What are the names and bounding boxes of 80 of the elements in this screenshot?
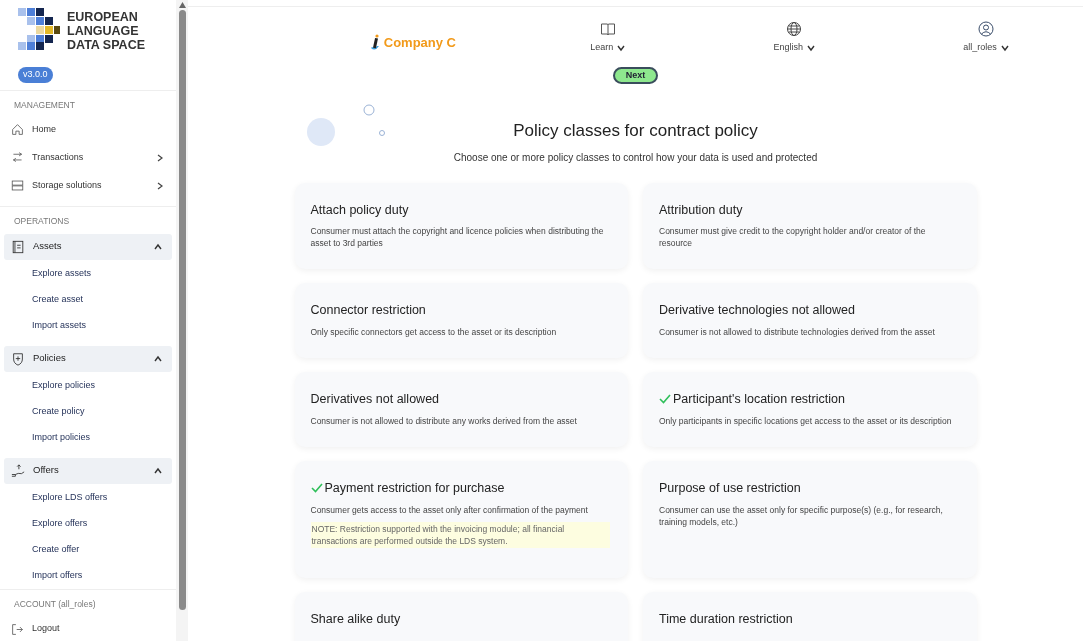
scroll-up-icon[interactable] bbox=[178, 2, 186, 8]
header-menu[interactable]: all_roles bbox=[963, 21, 1009, 55]
nav-item[interactable]: Home bbox=[0, 117, 176, 142]
storage-icon bbox=[11, 179, 24, 193]
policy-description: Consumer can use the asset only for specific purpose(s) (e.g., for research, training models, etc.) bbox=[659, 503, 944, 528]
chevron-right-icon bbox=[156, 181, 164, 190]
chevron-down-icon bbox=[807, 43, 815, 52]
logout-icon bbox=[11, 622, 24, 636]
logo-text: LANGUAGE bbox=[67, 24, 140, 38]
version-badge: v3.0.0 bbox=[18, 67, 53, 83]
policy-title: Time duration restriction bbox=[659, 610, 793, 628]
nav-subitem[interactable]: Explore policies bbox=[0, 371, 176, 398]
logo-icon bbox=[18, 8, 60, 50]
policy-card[interactable]: Derivatives not allowed Consumer is not allowed to distribute any works derived from the asset bbox=[294, 372, 628, 447]
policy-note: NOTE: Restriction supported with the invoicing module; all financial transactions are performed outside the LDS system. bbox=[310, 521, 610, 548]
policy-description: Only specific connectors get access to the asset or its description bbox=[310, 326, 558, 338]
chevron-right-icon bbox=[156, 153, 164, 162]
company-name: Company C bbox=[383, 34, 456, 52]
page-subtitle: Choose one or more policy classes to control how your data is used and protected bbox=[452, 150, 819, 165]
policy-description: Only participants in specific locations get access to the asset or its description bbox=[659, 414, 953, 427]
nav-subitem[interactable]: Import assets bbox=[0, 311, 176, 338]
chevron-down-icon bbox=[617, 43, 626, 52]
policy-title: Share alike duty bbox=[310, 610, 401, 628]
policy-card[interactable]: Derivative technologies not allowed Consumer is not allowed to distribute technologies derived from the asset bbox=[643, 283, 977, 358]
nav-item[interactable]: Logout bbox=[0, 617, 176, 641]
nav-subitem[interactable]: Explore offers bbox=[0, 509, 176, 536]
policy-title: Payment restriction for purchase bbox=[324, 479, 505, 497]
section-heading: ACCOUNT (all_roles) bbox=[13, 598, 97, 611]
shield-icon bbox=[11, 351, 25, 366]
home-icon bbox=[11, 123, 24, 137]
section-heading: OPERATIONS bbox=[13, 214, 71, 228]
logo-text: EUROPEAN bbox=[67, 10, 139, 24]
nav-subitem[interactable]: Import offers bbox=[0, 561, 176, 588]
policy-title: Purpose of use restriction bbox=[659, 479, 801, 497]
policy-description: Consumer must attach the copyright and licence policies when distributing the asset to 3rd parties bbox=[310, 225, 605, 250]
header-menu[interactable]: English bbox=[773, 21, 815, 55]
chevron-up-icon bbox=[154, 354, 162, 363]
chevron-down-icon bbox=[1000, 43, 1009, 52]
policy-card[interactable]: Attribution duty Consumer must give credit to the copyright holder and/or creator of the resource bbox=[643, 182, 977, 270]
section-heading: MANAGEMENT bbox=[13, 99, 76, 112]
policy-card[interactable]: Purpose of use restriction Consumer can use the asset only for specific purpose(s) (e.g., for research, training models, etc.) bbox=[643, 460, 977, 578]
header-menu[interactable]: Learn bbox=[590, 21, 626, 55]
hand-icon bbox=[11, 463, 25, 478]
nav-group-header[interactable]: Policies bbox=[4, 345, 172, 372]
chevron-up-icon bbox=[154, 242, 162, 251]
next-button[interactable]: Next bbox=[613, 66, 658, 84]
policy-card[interactable]: Participant's location restriction Only participants in specific locations get access to the asset or its description bbox=[643, 372, 977, 447]
policy-title: Derivatives not allowed bbox=[310, 391, 440, 408]
policy-card[interactable]: Attach policy duty Consumer must attach the copyright and licence policies when distributing the asset to 3rd parties bbox=[294, 182, 628, 270]
nav-item[interactable]: Storage solutions bbox=[0, 173, 176, 198]
scrollbar[interactable] bbox=[176, 0, 188, 641]
policy-title: Connector restriction bbox=[310, 302, 426, 320]
policy-description: Consumer is not allowed to distribute technologies derived from the asset bbox=[659, 326, 936, 338]
nav-group-header[interactable]: Offers bbox=[4, 457, 172, 484]
document-icon bbox=[11, 239, 25, 254]
nav-subitem[interactable]: Import policies bbox=[0, 423, 176, 450]
chevron-up-icon bbox=[154, 466, 162, 475]
policy-title: Derivative technologies not allowed bbox=[659, 302, 855, 320]
nav-subitem[interactable]: Explore assets bbox=[0, 259, 176, 286]
logo-text: DATA SPACE bbox=[67, 38, 145, 52]
policy-card[interactable]: Connector restriction Only specific connectors get access to the asset or its description bbox=[294, 283, 628, 358]
policy-description: Consumer is not allowed to distribute any works derived from the asset bbox=[310, 414, 578, 427]
policy-description: Consumer gets access to the asset only after confirmation of the payment bbox=[310, 503, 589, 516]
user-icon bbox=[978, 21, 995, 37]
nav-item[interactable]: Transactions bbox=[0, 145, 176, 170]
nav-subitem[interactable]: Explore LDS offers bbox=[0, 483, 176, 510]
policy-card[interactable]: Share alike duty bbox=[294, 591, 628, 641]
nav-subitem[interactable]: Create policy bbox=[0, 397, 176, 424]
page-title: Policy classes for contract policy bbox=[513, 120, 758, 142]
policy-description: Consumer must give credit to the copyright holder and/or creator of the resource bbox=[659, 225, 927, 250]
nav-subitem[interactable]: Create asset bbox=[0, 285, 176, 312]
policy-title: Attach policy duty bbox=[310, 201, 409, 219]
arrows-icon bbox=[11, 151, 24, 165]
policy-card[interactable]: Time duration restriction bbox=[643, 591, 977, 641]
nav-subitem[interactable]: Create offer bbox=[0, 535, 176, 562]
policy-title: Participant's location restriction bbox=[673, 391, 845, 408]
globe-icon bbox=[786, 21, 803, 37]
nav-group-header[interactable]: Assets bbox=[4, 233, 172, 260]
policy-title: Attribution duty bbox=[659, 201, 743, 219]
book-icon bbox=[599, 21, 616, 37]
